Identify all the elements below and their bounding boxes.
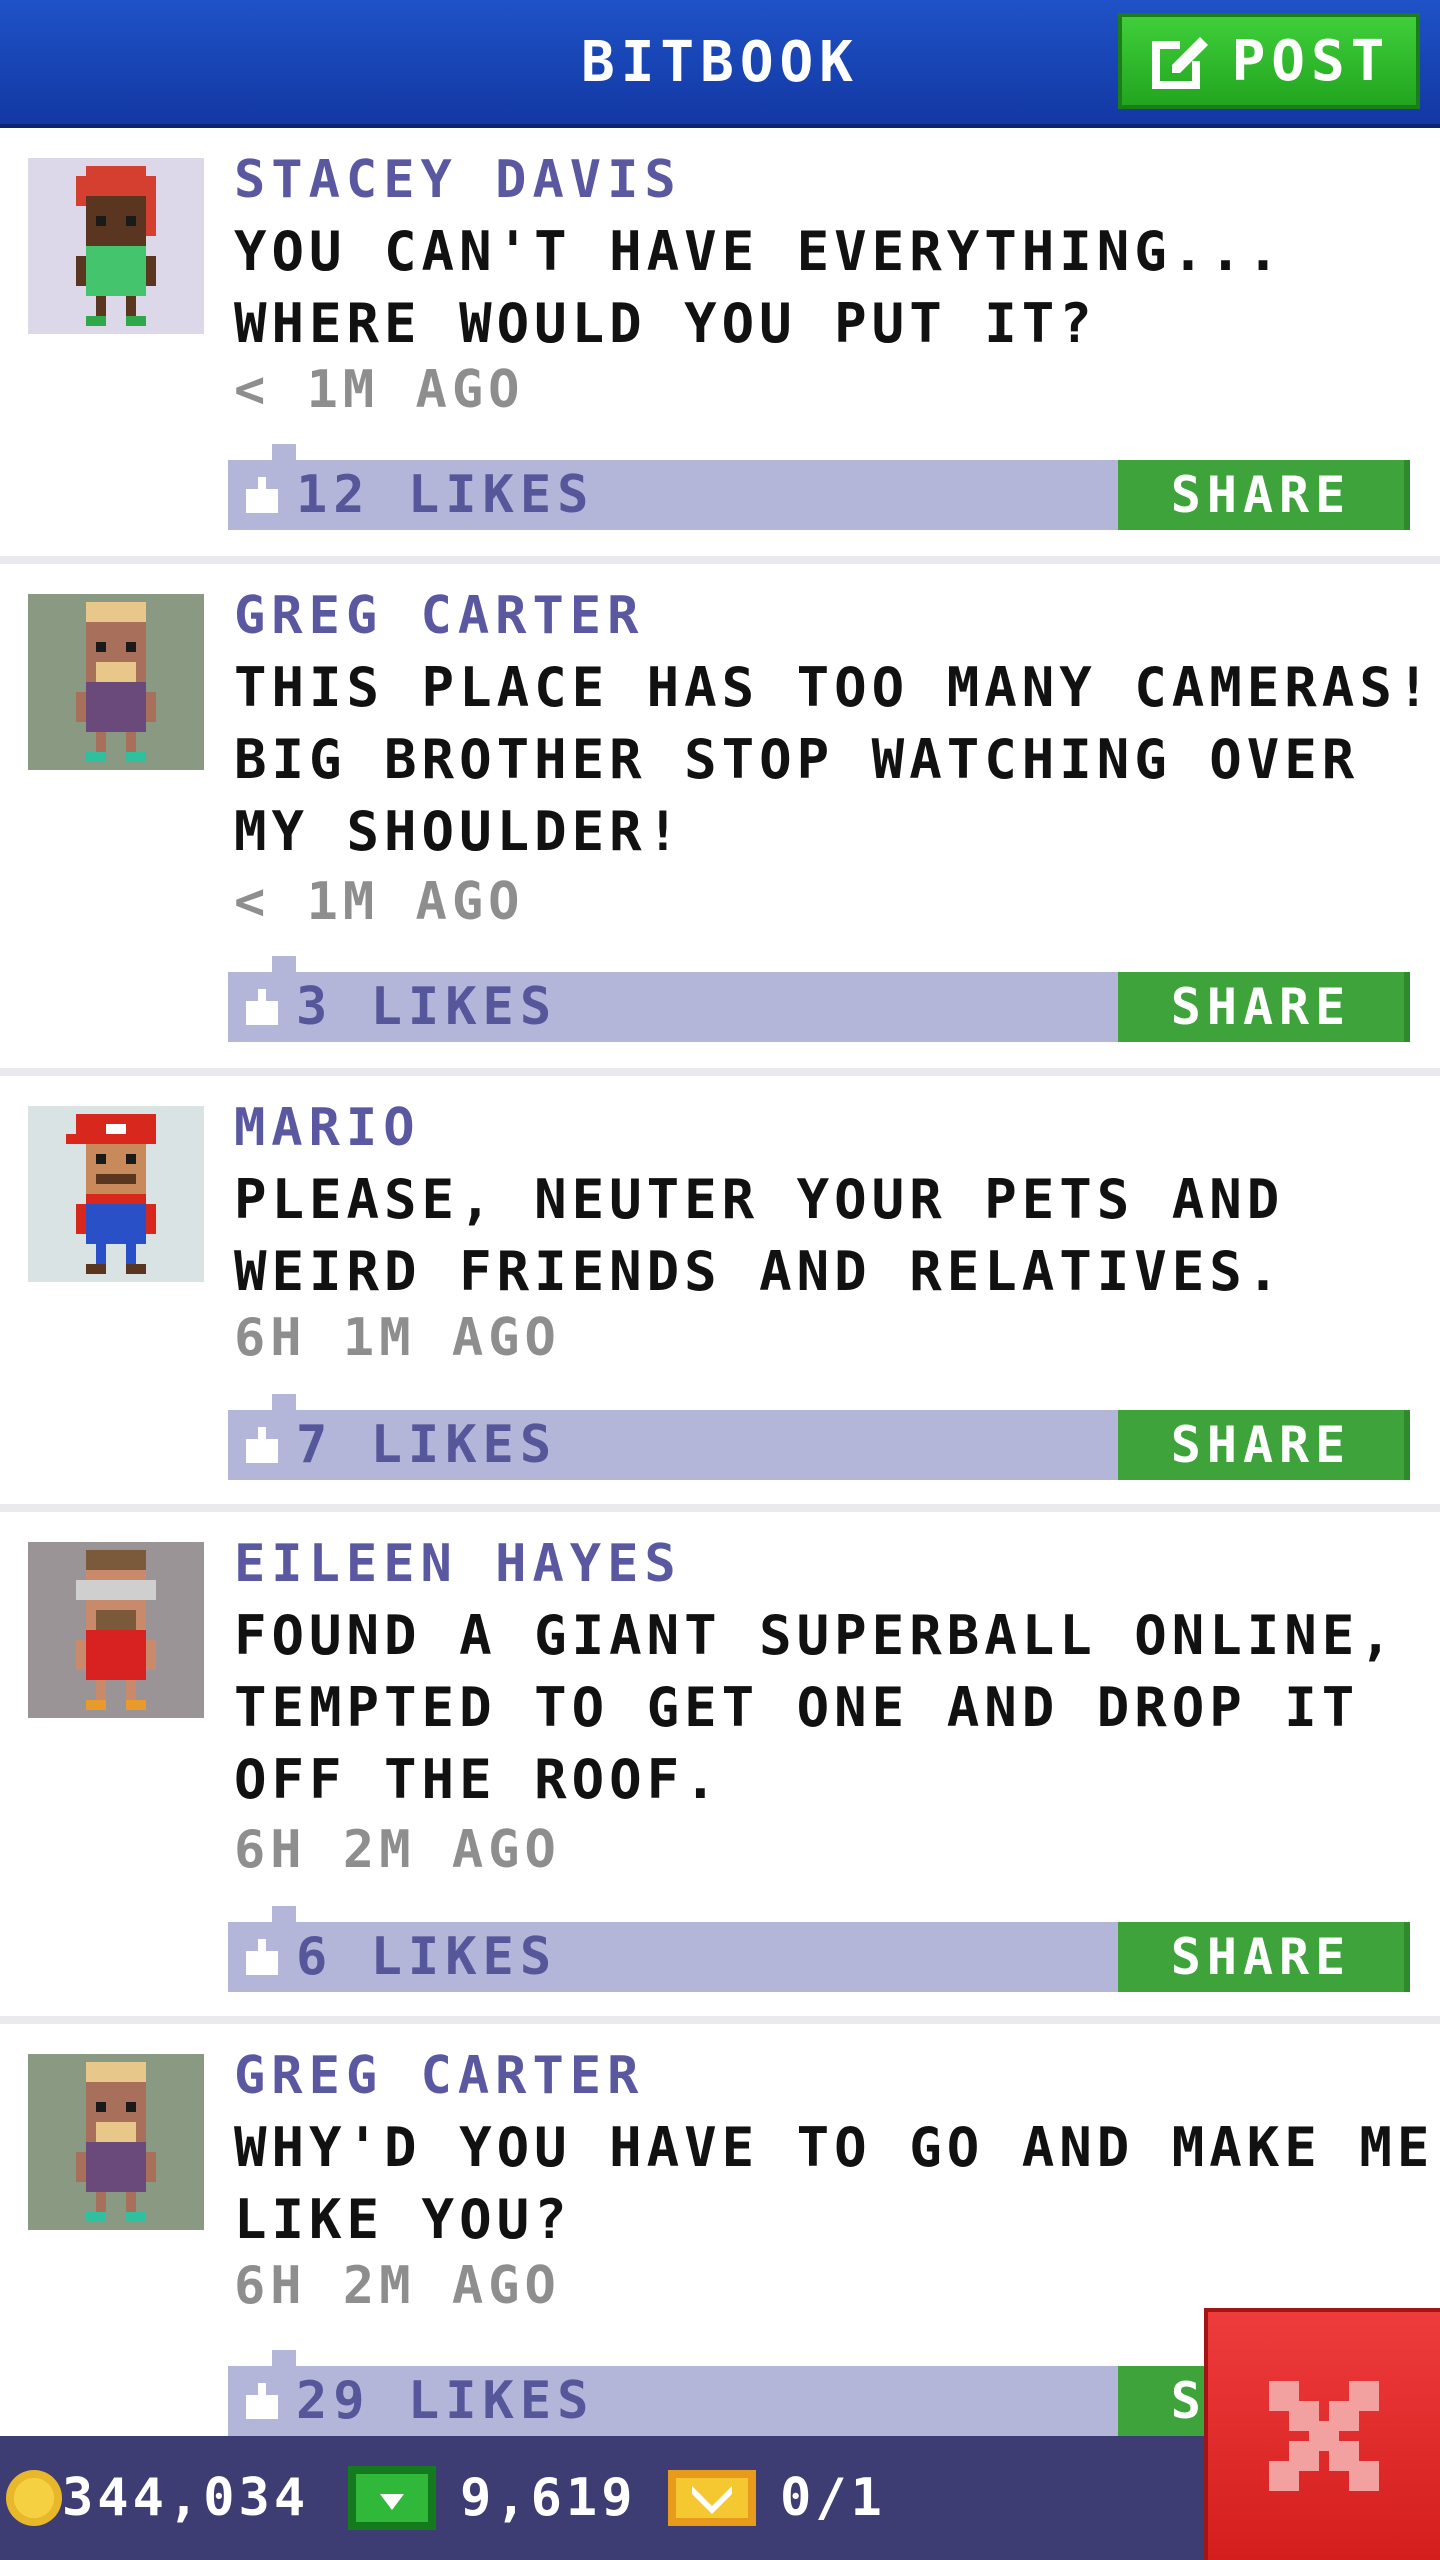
thumbs-up-icon (246, 2383, 278, 2419)
thumbs-up-icon (246, 989, 278, 1025)
coins-stat: 344,034 (6, 2436, 309, 2560)
share-button[interactable]: SHARE (1118, 460, 1410, 530)
post-message: FOUND A GIANT SUPERBALL ONLINE, TEMPTED … (234, 1604, 1397, 1811)
coins-count: 344,034 (62, 2468, 310, 2528)
bux-icon (348, 2466, 436, 2530)
close-button[interactable] (1204, 2308, 1440, 2560)
post-message: WHY'D YOU HAVE TO GO AND MAKE ME LIKE YO… (234, 2116, 1435, 2251)
post-button[interactable]: POST (1118, 13, 1420, 109)
post-author[interactable]: STACEY DAVIS (234, 150, 682, 210)
likes-bar[interactable]: 7 LIKES SHARE (228, 1394, 1410, 1480)
post-time: < 1M AGO (234, 872, 525, 932)
avatar-icon (76, 602, 156, 762)
feed-post: EILEEN HAYES FOUND A GIANT SUPERBALL ONL… (0, 1512, 1440, 2024)
avatar (28, 1106, 204, 1282)
avatar-icon (76, 166, 156, 326)
feed-post: GREG CARTER THIS PLACE HAS TOO MANY CAME… (0, 564, 1440, 1076)
post-message: PLEASE, NEUTER YOUR PETS AND WEIRD FRIEN… (234, 1168, 1285, 1303)
avatar (28, 1542, 204, 1718)
post-message: THIS PLACE HAS TOO MANY CAMERAS! BIG BRO… (234, 656, 1435, 863)
vip-ticket-icon (668, 2470, 756, 2526)
likes-bar-tab (272, 956, 296, 972)
post-time: < 1M AGO (234, 360, 525, 420)
post-author[interactable]: MARIO (234, 1098, 421, 1158)
post-message: YOU CAN'T HAVE EVERYTHING... WHERE WOULD… (234, 220, 1285, 355)
thumbs-up-icon (246, 1939, 278, 1975)
vip-stat: 0/1 (668, 2436, 886, 2560)
likes-count: 29 LIKES (296, 2371, 595, 2431)
likes-count: 7 LIKES (296, 1415, 558, 1475)
likes-bar-tab (272, 444, 296, 460)
post-time: 6H 2M AGO (234, 2256, 561, 2316)
avatar-icon (76, 2062, 156, 2222)
likes-count: 6 LIKES (296, 1927, 558, 1987)
likes-count: 12 LIKES (296, 465, 595, 525)
likes-bar[interactable]: 6 LIKES SHARE (228, 1906, 1410, 1992)
likes-bar-tab (272, 1394, 296, 1410)
avatar-icon (66, 1114, 156, 1274)
avatar (28, 2054, 204, 2230)
share-button[interactable]: SHARE (1118, 1410, 1410, 1480)
bux-count: 9,619 (460, 2468, 637, 2528)
edit-icon (1151, 37, 1208, 89)
likes-bar[interactable]: 3 LIKES SHARE (228, 956, 1410, 1042)
share-button[interactable]: SHARE (1118, 972, 1410, 1042)
post-time: 6H 2M AGO (234, 1820, 561, 1880)
likes-bar[interactable]: 12 LIKES SHARE (228, 444, 1410, 530)
avatar-icon (76, 1550, 156, 1710)
feed-post: STACEY DAVIS YOU CAN'T HAVE EVERYTHING..… (0, 128, 1440, 564)
close-icon (1269, 2381, 1379, 2491)
likes-count: 3 LIKES (296, 977, 558, 1037)
vip-count: 0/1 (780, 2468, 886, 2528)
likes-bar-tab (272, 2350, 296, 2366)
feed-post: MARIO PLEASE, NEUTER YOUR PETS AND WEIRD… (0, 1076, 1440, 1512)
post-time: 6H 1M AGO (234, 1308, 561, 1368)
thumbs-up-icon (246, 1427, 278, 1463)
bux-stat: 9,619 (348, 2436, 637, 2560)
avatar (28, 594, 204, 770)
thumbs-up-icon (246, 477, 278, 513)
post-author[interactable]: GREG CARTER (234, 2046, 644, 2106)
share-button[interactable]: SHARE (1118, 1922, 1410, 1992)
app-header: BITBOOK POST (0, 0, 1440, 128)
likes-bar-tab (272, 1906, 296, 1922)
post-author[interactable]: GREG CARTER (234, 586, 644, 646)
avatar (28, 158, 204, 334)
post-author[interactable]: EILEEN HAYES (234, 1534, 682, 1594)
coin-icon (6, 2470, 62, 2526)
post-button-label: POST (1231, 28, 1391, 94)
